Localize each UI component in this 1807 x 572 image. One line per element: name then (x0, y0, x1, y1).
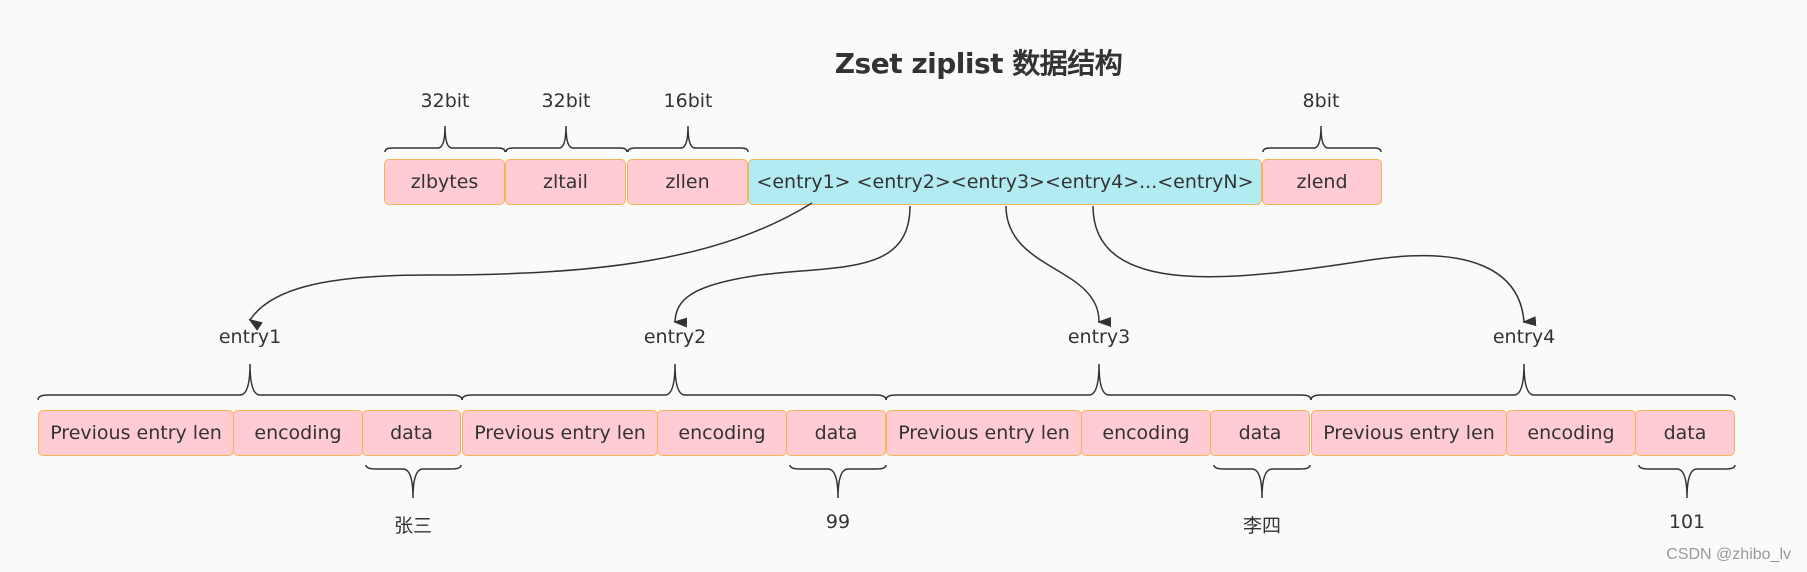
brace-zllen (627, 125, 749, 153)
brace-data4 (1638, 464, 1736, 499)
arrow-entry1 (248, 202, 813, 331)
brace-zltail (505, 125, 628, 153)
arrow-entry4 (1092, 205, 1537, 327)
watermark: CSDN @zhibo_lv (1666, 546, 1791, 563)
brace-entry4 (1310, 363, 1736, 401)
brace-zlend (1262, 125, 1382, 153)
arrow-entry2 (673, 205, 911, 328)
brace-zlbytes (384, 125, 506, 153)
connector-layer (37, 125, 1736, 499)
brace-data1 (365, 464, 462, 499)
brace-data3 (1213, 464, 1311, 499)
brace-entry2 (461, 363, 887, 401)
brace-entry3 (885, 363, 1312, 401)
brace-data2 (789, 464, 887, 499)
arrow-entry3 (1005, 205, 1112, 327)
brace-entry1 (37, 363, 463, 401)
